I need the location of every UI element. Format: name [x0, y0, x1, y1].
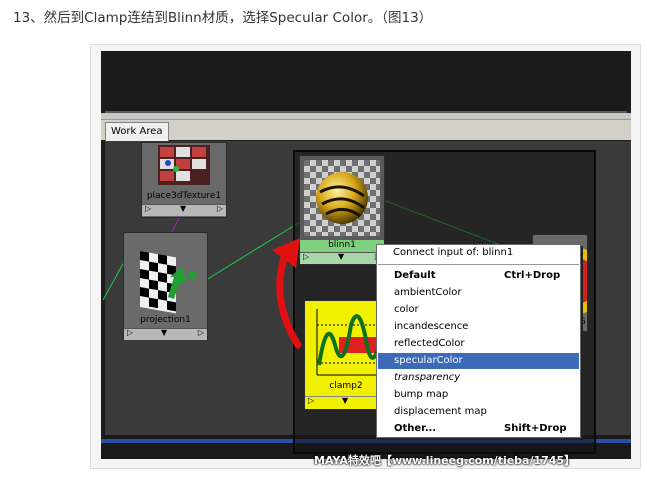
menu-item-other[interactable]: Other... Shift+Drop: [378, 421, 579, 437]
menu-item-label: Default: [394, 270, 436, 281]
menu-item-incandescence[interactable]: incandescence: [378, 319, 579, 335]
port-expand-icon[interactable]: ▼: [161, 328, 167, 337]
node-port-bar[interactable]: ▷ ▼ ▷: [142, 204, 226, 216]
watermark: MAYA特效吧【www.lineeg.com/tieba/1745】: [314, 454, 576, 467]
menu-item-label: incandescence: [394, 321, 469, 332]
port-expand-icon[interactable]: ▼: [180, 204, 186, 213]
menu-item-shortcut: Shift+Drop: [504, 423, 567, 434]
cube-icon: [158, 145, 210, 185]
node-label: projection1: [140, 315, 191, 325]
port-expand-icon[interactable]: ▼: [338, 252, 344, 261]
menu-item-color[interactable]: color: [378, 302, 579, 318]
port-left-icon[interactable]: ▷: [145, 204, 151, 213]
menu-item-label: ambientColor: [394, 287, 462, 298]
menu-item-reflectedcolor[interactable]: reflectedColor: [378, 336, 579, 352]
clamp-graph-icon: [316, 309, 383, 376]
node-blinn[interactable]: blinn1 ▷ ▼ ▷: [299, 155, 385, 265]
menu-item-label: specularColor: [394, 355, 463, 366]
port-left-icon[interactable]: ▷: [303, 252, 309, 261]
port-right-icon[interactable]: ▷: [217, 204, 223, 213]
port-left-icon[interactable]: ▷: [308, 396, 314, 405]
node-port-bar[interactable]: ▷ ▼ ▷: [305, 396, 387, 408]
port-expand-icon[interactable]: ▼: [342, 396, 348, 405]
menu-item-label: displacement map: [394, 406, 487, 417]
checker-sphere-icon: [304, 160, 380, 236]
projection-icon: [140, 250, 198, 314]
node-label: clamp2: [329, 381, 363, 391]
menu-title: Connect input of: blinn1: [393, 247, 514, 258]
menu-item-specularcolor[interactable]: specularColor: [378, 353, 579, 369]
menu-item-label: reflectedColor: [394, 338, 465, 349]
port-left-icon[interactable]: ▷: [127, 328, 133, 337]
menu-item-label: bump map: [394, 389, 449, 400]
menu-item-default[interactable]: Default Ctrl+Drop: [378, 268, 579, 284]
node-projection[interactable]: projection1 ▷ ▼ ▷: [123, 232, 208, 340]
node-label: blinn1: [328, 240, 356, 250]
node-place3dtexture[interactable]: place3dTexture1 ▷ ▼ ▷: [141, 142, 227, 218]
menu-item-ambientcolor[interactable]: ambientColor: [378, 285, 579, 301]
menu-item-displacement-map[interactable]: displacement map: [378, 404, 579, 420]
menu-separator: [378, 264, 579, 265]
menu-item-label: transparency: [394, 372, 461, 383]
menu-item-shortcut: Ctrl+Drop: [504, 270, 561, 281]
menu-item-label: Other...: [394, 423, 437, 434]
connection-line: [205, 221, 301, 281]
connect-input-menu: Connect input of: blinn1 Default Ctrl+Dro…: [376, 244, 581, 438]
node-port-bar[interactable]: ▷ ▼ ▷: [124, 328, 207, 340]
menu-item-label: color: [394, 304, 419, 315]
menu-item-transparency[interactable]: transparency: [378, 370, 579, 386]
node-label: place3dTexture1: [146, 191, 222, 201]
menu-item-bump-map[interactable]: bump map: [378, 387, 579, 403]
node-port-bar[interactable]: ▷ ▼ ▷: [300, 252, 384, 264]
connection-line: [102, 261, 125, 301]
port-right-icon[interactable]: ▷: [198, 328, 204, 337]
